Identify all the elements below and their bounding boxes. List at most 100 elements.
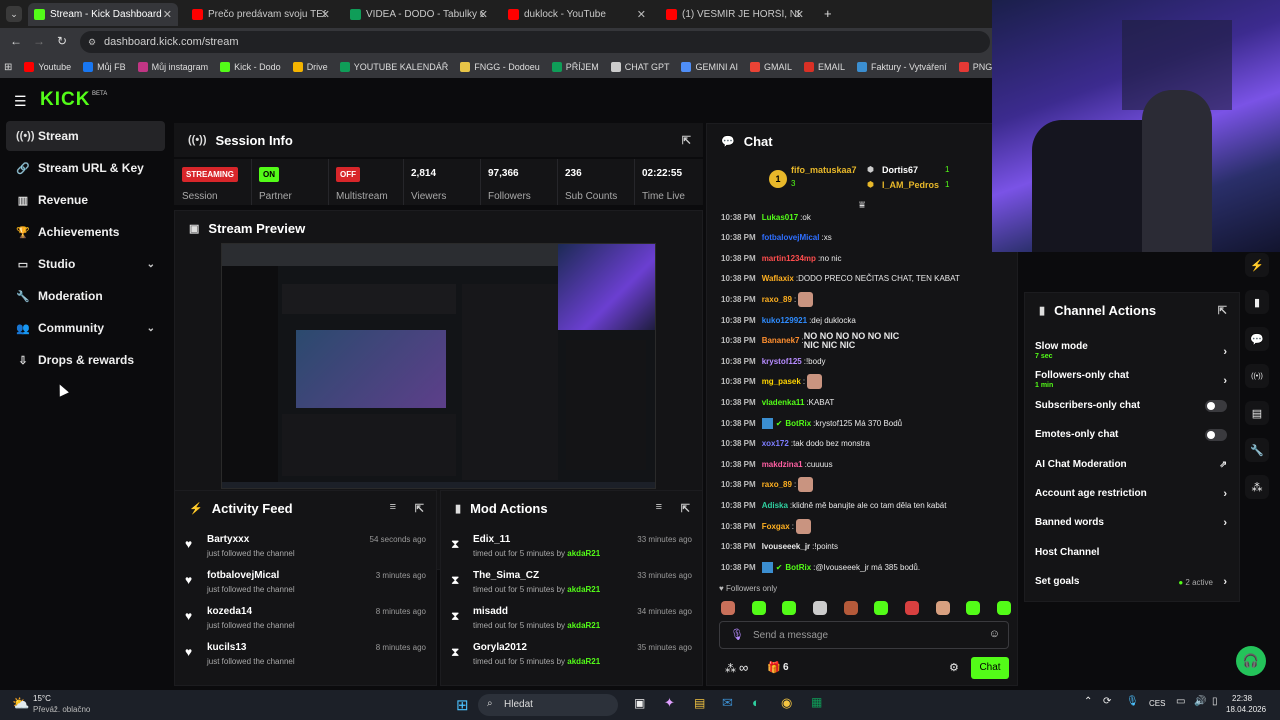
task-view-icon[interactable]: ▣ (634, 696, 645, 710)
channel-action-emotes-only-chat[interactable]: Emotes-only chat (1035, 429, 1231, 455)
chat-message[interactable]: 10:38 PM fotbalovejMical: xs (721, 228, 1011, 248)
activity-user[interactable]: Bartyxxx (207, 534, 249, 545)
sidebar-item-stream[interactable]: ((•)) Stream (6, 121, 165, 151)
channel-action-banned-words[interactable]: Banned words › (1035, 517, 1231, 543)
top-chatter-name[interactable]: Dortis67 (882, 165, 918, 175)
chevron-right-icon[interactable]: › (1223, 576, 1227, 588)
apps-icon[interactable]: ⊞ (4, 62, 12, 73)
activity-row[interactable]: ♥ kozeda14 just followed the channel 8 minu… (185, 603, 426, 637)
battery-icon[interactable]: ▯ (1212, 696, 1218, 707)
broadcast-icon[interactable]: ((•)) (1245, 364, 1269, 388)
emote-icon[interactable] (874, 601, 889, 615)
browser-tab[interactable]: (1) VESMÍR JE HORŠÍ, NEŽ SI M✕ (660, 3, 810, 26)
clock-date[interactable]: 18.04.2026 (1226, 705, 1266, 714)
emote-icon[interactable] (996, 601, 1011, 615)
chat-message[interactable]: 10:38 PM vladenka11: KABAT (721, 392, 1011, 412)
browser-tab[interactable]: duklock - YouTube ✕ (502, 3, 652, 26)
chat-username[interactable]: Bananek7 (762, 336, 800, 345)
channel-action-subscribers-only-chat[interactable]: Subscribers-only chat (1035, 399, 1231, 426)
mod-action-user[interactable]: Edix_11 (473, 534, 510, 545)
browser-tab[interactable]: Stream - Kick Dashboard ✕ (28, 3, 178, 26)
chat-username[interactable]: BotRix (785, 419, 811, 428)
sidebar-item-stream-url-key[interactable]: 🔗 Stream URL & Key (6, 153, 165, 183)
bookmark-kick-dodo[interactable]: Kick - Dodo (220, 62, 281, 72)
chat-message[interactable]: 10:38 PM xox172: tak dodo bez monstra (721, 434, 1011, 454)
bookmark-chat-gpt[interactable]: CHAT GPT (610, 62, 669, 72)
language-indicator[interactable]: CES (1149, 699, 1165, 708)
mic-tray-icon[interactable]: 🎙 (1126, 696, 1139, 707)
chat-username[interactable]: martin1234mp (762, 254, 816, 263)
toggle-switch[interactable] (1205, 429, 1227, 442)
stream-preview-video[interactable] (221, 243, 656, 489)
kick-logo[interactable]: KICK (40, 89, 90, 111)
chat-message[interactable]: 10:38 PM makdzina1: cuuuus (721, 454, 1011, 474)
mod-action-user[interactable]: Goryla2012 (473, 642, 527, 653)
emoji-icon[interactable]: ☺ (989, 628, 1000, 640)
chat-username[interactable]: fotbalovejMical (762, 233, 820, 242)
chevron-down-icon[interactable]: ⌄ (147, 259, 155, 270)
activity-row[interactable]: ♥ fotbalovejMical just followed the channe… (185, 567, 426, 601)
mod-action-row[interactable]: ⧗ Goryla2012 timed out for 5 minutes by ak… (451, 639, 692, 673)
chat-message[interactable]: 10:38 PM Bananek7: NO NO NO NO NO NIC NIC… (721, 331, 1011, 351)
chat-message[interactable]: 10:38 PM Foxgax: (721, 516, 1011, 536)
weather-icon[interactable]: ⛅ (12, 695, 29, 712)
emote-icon[interactable] (721, 601, 735, 615)
site-info-icon[interactable]: ⚙ (88, 31, 96, 53)
chevron-right-icon[interactable]: › (1223, 488, 1227, 500)
chat-message[interactable]: 10:38 PM raxo_89: (721, 289, 1011, 309)
chat-message[interactable]: 10:38 PM mg_pasek: (721, 372, 1011, 392)
channel-action-host-channel[interactable]: Host Channel (1035, 547, 1231, 573)
bookmark-youtube[interactable]: Youtube (24, 62, 71, 72)
emote-icon[interactable] (812, 601, 827, 615)
mod-action-by[interactable]: akdaR21 (567, 657, 600, 666)
bookmark-drive[interactable]: Drive (292, 62, 328, 72)
menu-icon[interactable]: ☰ (14, 93, 27, 110)
start-icon[interactable]: ⊞ (456, 696, 469, 714)
chat-icon[interactable]: 💬 (1245, 327, 1269, 351)
chat-message[interactable]: 10:38 PM Waflaxix: DODO PRECO NEČITAS CHA… (721, 269, 1011, 289)
chat-username[interactable]: raxo_89 (762, 295, 792, 304)
chat-username[interactable]: Adiska (762, 501, 788, 510)
chat-username[interactable]: makdzina1 (762, 460, 803, 469)
chat-message[interactable]: 10:38 PM kuko129921: dej duklocka (721, 310, 1011, 330)
activity-row[interactable]: ♥ Bartyxxx just followed the channel 54 sec… (185, 531, 426, 565)
sidebar-item-revenue[interactable]: ▥ Revenue (6, 185, 165, 215)
chat-message[interactable]: 10:38 PM ✔ BotRix: krystof125 Má 370 Bodů (721, 413, 1011, 433)
outlook-icon[interactable]: ✉ (722, 695, 733, 711)
mod-action-user[interactable]: misadd (473, 606, 508, 617)
edge-icon[interactable]: ◐ (752, 695, 760, 710)
gift-icon[interactable]: 🎁 (767, 661, 781, 674)
filter-icon[interactable]: ≡ (390, 501, 396, 513)
close-tab-icon[interactable]: ✕ (479, 8, 488, 21)
chat-username[interactable]: mg_pasek (762, 377, 801, 386)
chevron-down-icon[interactable]: ⌄ (147, 323, 155, 334)
url-field[interactable]: ⚙ dashboard.kick.com/stream (80, 31, 990, 53)
close-tab-icon[interactable]: ✕ (163, 8, 172, 21)
taskbar-search[interactable]: ⌕ Hledat (478, 694, 618, 716)
chat-message[interactable]: 10:38 PM martin1234mp: no nic (721, 248, 1011, 268)
chat-message[interactable]: 10:38 PM Ivouseeek_jr: !points (721, 537, 1011, 557)
channel-action-ai-chat-moderation[interactable]: AI Chat Moderation ⇗ (1035, 459, 1231, 485)
bookmark-m-j-fb[interactable]: Můj FB (83, 62, 126, 72)
toggle-switch[interactable] (1205, 399, 1227, 412)
chevron-right-icon[interactable]: › (1223, 375, 1227, 387)
bookmark-fngg-dodoeu[interactable]: FNGG - Dodoeu (460, 62, 540, 72)
help-button[interactable]: 🎧 (1236, 646, 1266, 676)
bookmark-youtube-kalend[interactable]: YOUTUBE KALENDÁŘ (339, 62, 448, 72)
emote-icon[interactable] (966, 601, 981, 615)
activity-user[interactable]: fotbalovejMical (207, 570, 279, 581)
chat-username[interactable]: Ivouseeek_jr (762, 542, 810, 551)
sync-icon[interactable]: ⟳ (1103, 696, 1111, 707)
browser-tab[interactable]: VIDEA - DODO - Tabulky Google✕ (344, 3, 494, 26)
chat-input[interactable]: 🎙 Send a message ☺ (719, 621, 1009, 649)
emote-icon[interactable] (843, 601, 858, 615)
top-chatter-name[interactable]: fifo_matuskaa7 (791, 165, 857, 175)
chat-username[interactable]: kuko129921 (762, 316, 807, 325)
channel-action-followers-only-chat[interactable]: Followers-only chat 1 min › (1035, 370, 1231, 396)
chat-username[interactable]: Waflaxix (762, 274, 794, 283)
points-icon[interactable]: ⁂ (1245, 475, 1269, 499)
reload-icon[interactable]: ↻ (57, 34, 67, 48)
top-chatter-name[interactable]: I_AM_Pedros (882, 180, 939, 190)
chrome-icon[interactable]: ◉ (781, 695, 792, 711)
chat-username[interactable]: vladenka11 (762, 398, 805, 407)
